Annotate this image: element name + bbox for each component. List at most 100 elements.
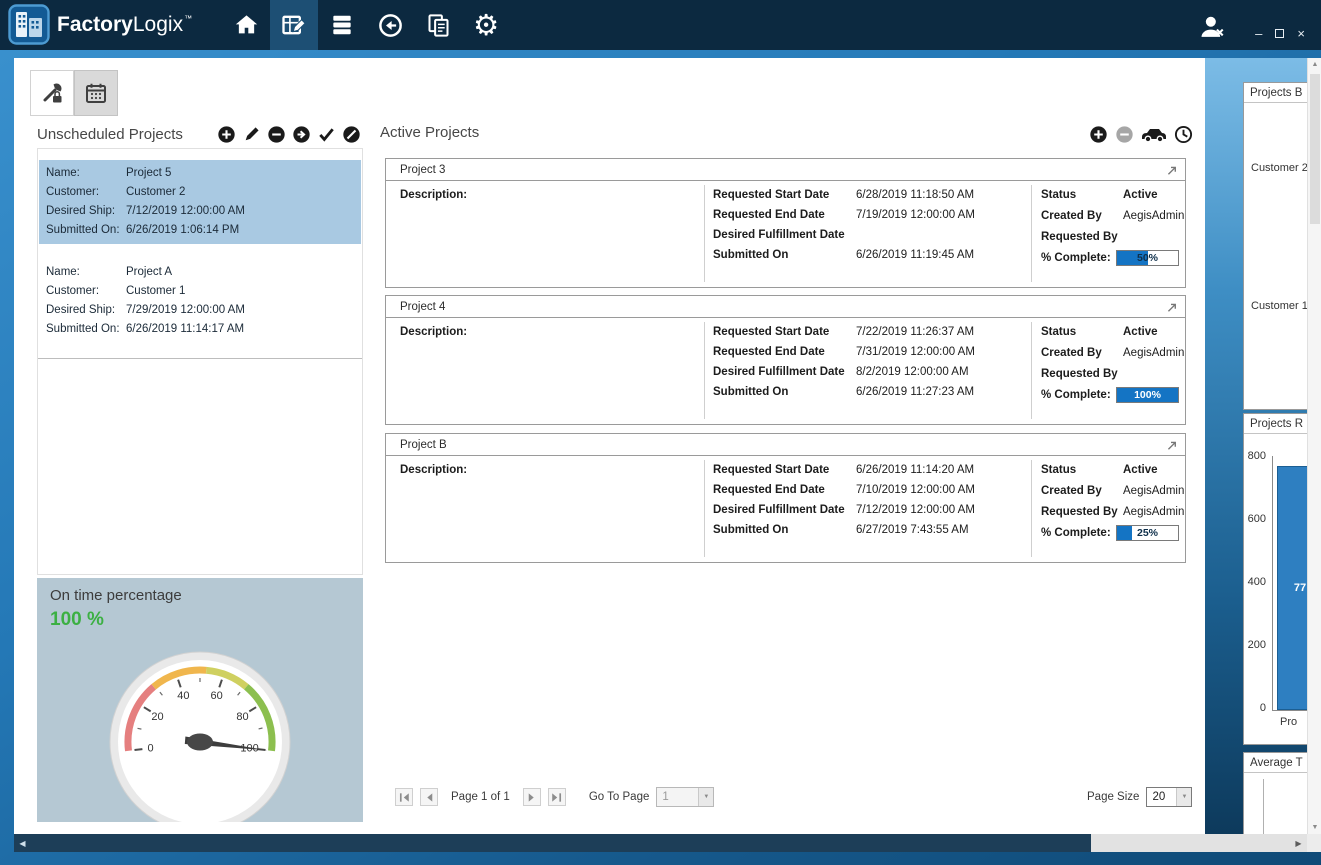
date-label: Requested Start Date: [713, 189, 829, 201]
materials-icon: [329, 12, 355, 38]
scroll-down-arrow[interactable]: ▼: [1308, 824, 1321, 831]
scroll-up-arrow[interactable]: ▲: [1308, 61, 1321, 68]
scroll-right-arrow[interactable]: ▶: [1290, 834, 1307, 852]
dropdown-arrow-icon[interactable]: ▼: [698, 788, 713, 806]
horizontal-scrollbar[interactable]: ◀ ▶: [14, 834, 1307, 852]
page-size-select[interactable]: 20 ▼: [1146, 787, 1192, 807]
percent-complete-label: % Complete:: [1041, 527, 1111, 539]
status-label: Status: [1041, 464, 1076, 476]
user-logout-icon: [1198, 13, 1226, 41]
add-project-button[interactable]: [217, 125, 236, 144]
date-value: 6/26/2019 11:27:23 AM: [856, 386, 974, 398]
expand-card-button[interactable]: [1165, 439, 1177, 451]
description-label: Description:: [400, 189, 467, 201]
tab-project-setup[interactable]: [30, 70, 74, 116]
tab-scheduling[interactable]: [74, 70, 118, 116]
field-label: Submitted On:: [46, 221, 126, 240]
created-by-value: AegisAdmin: [1123, 210, 1184, 222]
pencil-icon: [243, 125, 261, 143]
project-card-header[interactable]: Project 4: [386, 296, 1185, 318]
project-card-header[interactable]: Project 3: [386, 159, 1185, 181]
title-bar: FactoryLogix™: [0, 0, 1321, 50]
status-value: Active: [1123, 189, 1158, 201]
vertical-scroll-thumb[interactable]: [1310, 74, 1320, 224]
x-axis-label: Pro: [1280, 716, 1297, 728]
date-label: Desired Fulfillment Date: [713, 504, 845, 516]
date-value: 7/22/2019 11:26:37 AM: [856, 326, 974, 338]
close-button[interactable]: ×: [1297, 27, 1305, 40]
nav-planning-button[interactable]: [270, 0, 318, 50]
add-icon: [1089, 125, 1108, 144]
first-page-button[interactable]: [395, 788, 413, 806]
minimize-button[interactable]: –: [1255, 27, 1262, 40]
remove-active-project-button[interactable]: [1115, 125, 1134, 144]
car-icon: [1141, 127, 1167, 143]
created-by-value: AegisAdmin: [1123, 347, 1184, 359]
edit-project-button[interactable]: [242, 125, 261, 144]
logout-user-button[interactable]: [1198, 13, 1226, 46]
project-card-title: Project B: [400, 439, 447, 451]
expand-card-button[interactable]: [1165, 301, 1177, 313]
next-page-button[interactable]: [523, 788, 541, 806]
gauge-tick-20: 20: [151, 711, 163, 723]
project-card-body: Description: Requested Start Date6/26/20…: [386, 456, 1185, 561]
date-label: Desired Fulfillment Date: [713, 229, 845, 241]
unscheduled-projects-header: Unscheduled Projects: [37, 120, 363, 148]
unscheduled-project-item-selected[interactable]: Name:Project 5 Customer:Customer 2 Desir…: [39, 160, 361, 244]
y-axis-tick: 600: [1246, 513, 1266, 525]
gauge-hub: [187, 734, 213, 751]
history-button[interactable]: [1174, 125, 1193, 144]
project-card-header[interactable]: Project B: [386, 434, 1185, 456]
column-divider: [1031, 185, 1032, 282]
expand-card-button[interactable]: [1165, 164, 1177, 176]
auto-schedule-button[interactable]: [1141, 125, 1167, 144]
brand-light: Logix: [133, 13, 183, 37]
accept-project-button[interactable]: [317, 125, 336, 144]
unscheduled-project-item[interactable]: Name:Project A Customer:Customer 1 Desir…: [39, 259, 361, 343]
previous-page-button[interactable]: [420, 788, 438, 806]
nav-dispatch-button[interactable]: [366, 0, 414, 50]
expand-icon: [1165, 301, 1177, 313]
dropdown-arrow-icon[interactable]: ▼: [1176, 788, 1191, 806]
created-by-value: AegisAdmin: [1123, 485, 1184, 497]
nav-home-button[interactable]: [222, 0, 270, 50]
on-time-gauge: 0 20 40 60 80 100: [90, 630, 310, 822]
percent-complete-bar: 50%: [1116, 250, 1179, 266]
requested-bar[interactable]: 77: [1277, 466, 1307, 710]
field-label: Name:: [46, 263, 126, 282]
date-label: Submitted On: [713, 386, 788, 398]
maximize-button[interactable]: [1275, 29, 1284, 38]
schedule-project-button[interactable]: [292, 125, 311, 144]
field-label: Desired Ship:: [46, 301, 126, 320]
cancel-project-button[interactable]: [342, 125, 361, 144]
project-card-body: Description: Requested Start Date6/28/20…: [386, 181, 1185, 286]
nav-settings-button[interactable]: ⚙: [462, 0, 510, 50]
calendar-icon: [84, 81, 108, 105]
expand-icon: [1165, 439, 1177, 451]
nav-materials-button[interactable]: [318, 0, 366, 50]
page-size-value: 20: [1147, 791, 1176, 803]
status-label: Status: [1041, 326, 1076, 338]
add-active-project-button[interactable]: [1089, 125, 1108, 144]
remove-icon: [267, 125, 286, 144]
last-page-button[interactable]: [548, 788, 566, 806]
status-value: Active: [1123, 326, 1158, 338]
projects-requested-title: Projects R: [1244, 414, 1307, 434]
percent-complete-bar: 100%: [1116, 387, 1179, 403]
chart-axis-line: [1263, 779, 1264, 834]
tools-lock-icon: [40, 81, 64, 105]
field-value: 6/26/2019 11:14:17 AM: [126, 320, 244, 339]
horizontal-scroll-thumb[interactable]: [31, 834, 1091, 852]
field-value: Customer 2: [126, 183, 185, 202]
field-value: Project A: [126, 263, 172, 282]
vertical-scrollbar[interactable]: ▲ ▼: [1307, 58, 1321, 834]
active-project-card: Project 3 Description: Requested Start D…: [385, 158, 1186, 288]
module-tabs: [30, 70, 118, 116]
scroll-left-arrow[interactable]: ◀: [14, 834, 31, 852]
go-to-page-input[interactable]: 1 ▼: [656, 787, 714, 807]
home-icon: [233, 12, 260, 39]
nav-documents-button[interactable]: [414, 0, 462, 50]
projects-requested-card: Projects R 800 600 400 200 0 77 Pro: [1243, 413, 1307, 745]
percent-complete-bar: 25%: [1116, 525, 1179, 541]
remove-project-button[interactable]: [267, 125, 286, 144]
